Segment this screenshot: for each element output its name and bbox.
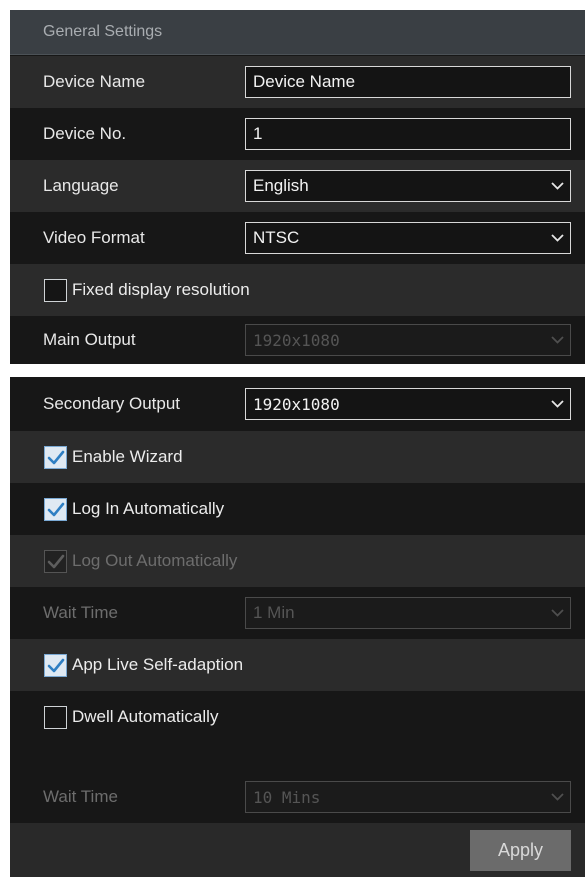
row-enable-wizard: Enable Wizard: [10, 431, 585, 483]
chevron-down-icon: [551, 180, 564, 192]
wait-time-select: 1 Min: [245, 597, 571, 629]
checkmark-icon: [47, 502, 65, 516]
row-video-format: Video Format NTSC: [10, 212, 585, 264]
dwell-auto-checkbox-group[interactable]: Dwell Automatically: [44, 705, 219, 729]
language-label: Language: [43, 176, 119, 195]
chevron-down-icon: [551, 398, 564, 410]
video-format-select[interactable]: NTSC: [245, 222, 571, 254]
app-live-checkbox[interactable]: [44, 653, 67, 677]
dwell-auto-label: Dwell Automatically: [72, 707, 219, 726]
chevron-down-icon: [551, 791, 564, 803]
row-language: Language English: [10, 160, 585, 212]
panel-header: General Settings: [10, 10, 585, 55]
general-settings-panel-continued: Secondary Output 1920x1080 Enable Wizard…: [10, 377, 585, 877]
fixed-display-checkbox-group[interactable]: Fixed display resolution: [44, 278, 250, 302]
wait-time-label: Wait Time: [43, 603, 118, 622]
row-secondary-output: Secondary Output 1920x1080: [10, 377, 585, 431]
enable-wizard-checkbox[interactable]: [44, 445, 67, 469]
device-no-input[interactable]: 1: [245, 118, 571, 150]
main-output-value: 1920x1080: [253, 330, 340, 350]
panel-title: General Settings: [43, 23, 163, 40]
secondary-output-value: 1920x1080: [253, 394, 340, 414]
dwell-auto-checkbox[interactable]: [44, 705, 67, 729]
checkmark-icon: [47, 554, 65, 568]
row-device-name: Device Name Device Name: [10, 56, 585, 108]
language-select[interactable]: English: [245, 170, 571, 202]
language-value: English: [253, 176, 309, 195]
row-log-out-auto: Log Out Automatically: [10, 535, 585, 587]
row-wait-time-2: Wait Time 10 Mins: [10, 771, 585, 823]
secondary-output-select[interactable]: 1920x1080: [245, 388, 571, 420]
panel-footer: Apply: [10, 823, 585, 877]
log-out-auto-label: Log Out Automatically: [72, 551, 238, 570]
enable-wizard-checkbox-group[interactable]: Enable Wizard: [44, 445, 183, 469]
row-dwell-auto: Dwell Automatically: [10, 691, 585, 743]
video-format-label: Video Format: [43, 228, 145, 247]
chevron-down-icon: [551, 334, 564, 346]
checkmark-icon: [47, 450, 65, 464]
app-live-checkbox-group[interactable]: App Live Self-adaption: [44, 653, 244, 677]
log-in-auto-checkbox[interactable]: [44, 497, 67, 521]
device-name-input[interactable]: Device Name: [245, 66, 571, 98]
device-no-value: 1: [253, 124, 263, 143]
main-output-label: Main Output: [43, 330, 136, 349]
device-name-value: Device Name: [253, 72, 356, 91]
device-no-label: Device No.: [43, 124, 127, 143]
wait-time-value: 1 Min: [253, 603, 295, 622]
video-format-value: NTSC: [253, 228, 300, 247]
row-app-live: App Live Self-adaption: [10, 639, 585, 691]
row-log-in-auto: Log In Automatically: [10, 483, 585, 535]
secondary-output-label: Secondary Output: [43, 394, 181, 413]
wait-time-select: 10 Mins: [245, 781, 571, 813]
enable-wizard-label: Enable Wizard: [72, 447, 183, 466]
checkmark-icon: [47, 658, 65, 672]
row-main-output: Main Output 1920x1080: [10, 316, 585, 364]
wait-time-label: Wait Time: [43, 787, 118, 806]
apply-button[interactable]: Apply: [470, 830, 571, 871]
log-in-auto-checkbox-group[interactable]: Log In Automatically: [44, 497, 225, 521]
row-device-no: Device No. 1: [10, 108, 585, 160]
log-in-auto-label: Log In Automatically: [72, 499, 225, 518]
fixed-display-checkbox[interactable]: [44, 278, 67, 302]
chevron-down-icon: [551, 607, 564, 619]
fixed-display-label: Fixed display resolution: [72, 280, 250, 299]
chevron-down-icon: [551, 232, 564, 244]
wait-time-value: 10 Mins: [253, 787, 321, 807]
device-name-label: Device Name: [43, 72, 146, 91]
log-out-auto-checkbox-group: Log Out Automatically: [44, 549, 238, 573]
general-settings-panel: General Settings Device Name Device Name…: [10, 10, 585, 364]
log-out-auto-checkbox: [44, 549, 67, 573]
row-wait-time-1: Wait Time 1 Min: [10, 587, 585, 639]
row-fixed-display: Fixed display resolution: [10, 264, 585, 316]
app-live-label: App Live Self-adaption: [72, 655, 244, 674]
main-output-select: 1920x1080: [245, 324, 571, 356]
